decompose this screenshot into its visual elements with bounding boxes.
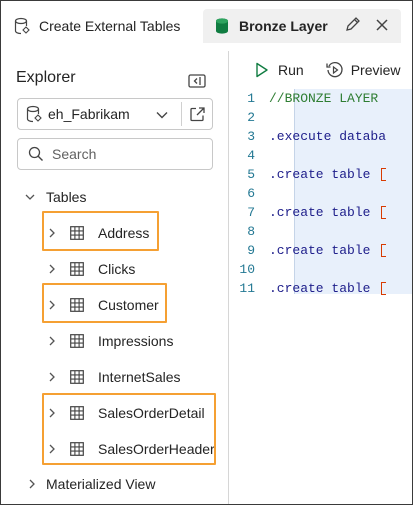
code-line[interactable]: 9 .create table bbox=[229, 241, 412, 260]
tab-label: Bronze Layer bbox=[239, 18, 328, 34]
database-select[interactable]: eh_Fabrikam bbox=[17, 98, 213, 130]
collapse-panel-icon[interactable] bbox=[188, 73, 206, 89]
code-line[interactable]: 1 //BRONZE LAYER bbox=[229, 89, 412, 108]
code-text: .create table bbox=[269, 243, 379, 258]
line-number: 2 bbox=[247, 110, 255, 125]
code-editor[interactable]: 1 //BRONZE LAYER 2 3 .execute databa 4 5 .creat… bbox=[229, 89, 412, 504]
line-number: 9 bbox=[247, 243, 255, 258]
search-input[interactable] bbox=[52, 146, 202, 162]
database-name: eh_Fabrikam bbox=[48, 106, 130, 122]
tree-group-label: Materialized View bbox=[46, 476, 156, 492]
tree-item-clicks[interactable]: Clicks bbox=[46, 251, 135, 287]
line-number: 11 bbox=[239, 281, 255, 296]
bracket-glyph bbox=[381, 206, 387, 219]
code-text: .create table bbox=[269, 205, 379, 220]
chevron-right-icon bbox=[26, 478, 38, 490]
run-label: Run bbox=[278, 62, 304, 78]
chevron-down-icon bbox=[24, 191, 36, 203]
highlight-box-customer bbox=[42, 283, 167, 323]
line-number: 7 bbox=[247, 205, 255, 220]
tab-bronze-layer[interactable]: Bronze Layer bbox=[203, 9, 401, 43]
code-line[interactable]: 11 .create table bbox=[229, 279, 412, 298]
bracket-glyph bbox=[381, 168, 387, 181]
play-icon bbox=[253, 61, 271, 79]
code-line[interactable]: 7 .create table bbox=[229, 203, 412, 222]
line-number: 4 bbox=[247, 148, 255, 163]
line-number: 8 bbox=[247, 224, 255, 239]
code-line[interactable]: 4 bbox=[229, 146, 412, 165]
tree-item-impressions[interactable]: Impressions bbox=[46, 323, 173, 359]
tab-create-external-tables[interactable]: Create External Tables bbox=[13, 9, 180, 43]
code-text: .create table bbox=[269, 281, 379, 296]
search-box bbox=[17, 138, 213, 170]
line-number: 3 bbox=[247, 129, 255, 144]
code-line[interactable]: 3 .execute databa bbox=[229, 127, 412, 146]
search-icon bbox=[28, 146, 44, 162]
code-line[interactable]: 8 bbox=[229, 222, 412, 241]
line-number: 1 bbox=[247, 91, 255, 106]
chevron-right-icon bbox=[46, 335, 58, 347]
code-line[interactable]: 6 bbox=[229, 184, 412, 203]
tree-group-materialized-view[interactable]: Materialized View bbox=[26, 466, 155, 502]
explorer-panel: Explorer eh_Fabrikam Search Tables Addre… bbox=[2, 51, 228, 504]
open-external-icon[interactable] bbox=[189, 106, 206, 128]
table-icon bbox=[70, 370, 84, 384]
tab-actions bbox=[344, 16, 389, 36]
code-text: //BRONZE LAYER bbox=[269, 91, 379, 106]
table-icon bbox=[70, 334, 84, 348]
database-green-icon bbox=[213, 17, 231, 35]
tree-group-label: Tables bbox=[46, 189, 87, 205]
chevron-down-icon[interactable] bbox=[155, 108, 169, 126]
database-icon bbox=[26, 105, 42, 123]
chevron-right-icon bbox=[46, 263, 58, 275]
highlight-box-salesorder bbox=[42, 393, 216, 465]
code-text: .create table bbox=[269, 167, 379, 182]
tree-group-tables[interactable]: Tables bbox=[24, 179, 86, 215]
edit-icon[interactable] bbox=[344, 16, 361, 36]
bracket-glyph bbox=[381, 244, 387, 257]
database-icon bbox=[13, 17, 31, 35]
table-name: InternetSales bbox=[98, 369, 181, 385]
preview-button[interactable]: Preview bbox=[326, 61, 401, 79]
explorer-title: Explorer bbox=[16, 69, 76, 86]
code-line[interactable]: 2 bbox=[229, 108, 412, 127]
bracket-glyph bbox=[381, 282, 387, 295]
preview-icon bbox=[326, 61, 344, 79]
code-text: .execute databa bbox=[269, 129, 387, 144]
line-number: 6 bbox=[247, 186, 255, 201]
editor-toolbar: Run Preview bbox=[229, 51, 412, 89]
highlight-box-address bbox=[42, 211, 159, 251]
chevron-right-icon bbox=[46, 371, 58, 383]
tab-bar: Create External Tables Bronze Layer bbox=[1, 1, 412, 51]
close-icon[interactable] bbox=[375, 18, 389, 35]
tree-item-internetsales[interactable]: InternetSales bbox=[46, 359, 181, 395]
preview-label: Preview bbox=[350, 62, 401, 78]
table-name: Clicks bbox=[98, 261, 136, 277]
table-name: Impressions bbox=[98, 333, 174, 349]
run-button[interactable]: Run bbox=[253, 61, 304, 79]
code-line[interactable]: 10 bbox=[229, 260, 412, 279]
tab-label: Create External Tables bbox=[39, 18, 181, 34]
table-icon bbox=[70, 262, 84, 276]
select-divider bbox=[181, 102, 182, 126]
line-number: 5 bbox=[247, 167, 255, 182]
line-number: 10 bbox=[239, 262, 255, 277]
code-line[interactable]: 5 .create table bbox=[229, 165, 412, 184]
app-window: Create External Tables Bronze Layer Expl… bbox=[0, 0, 413, 505]
